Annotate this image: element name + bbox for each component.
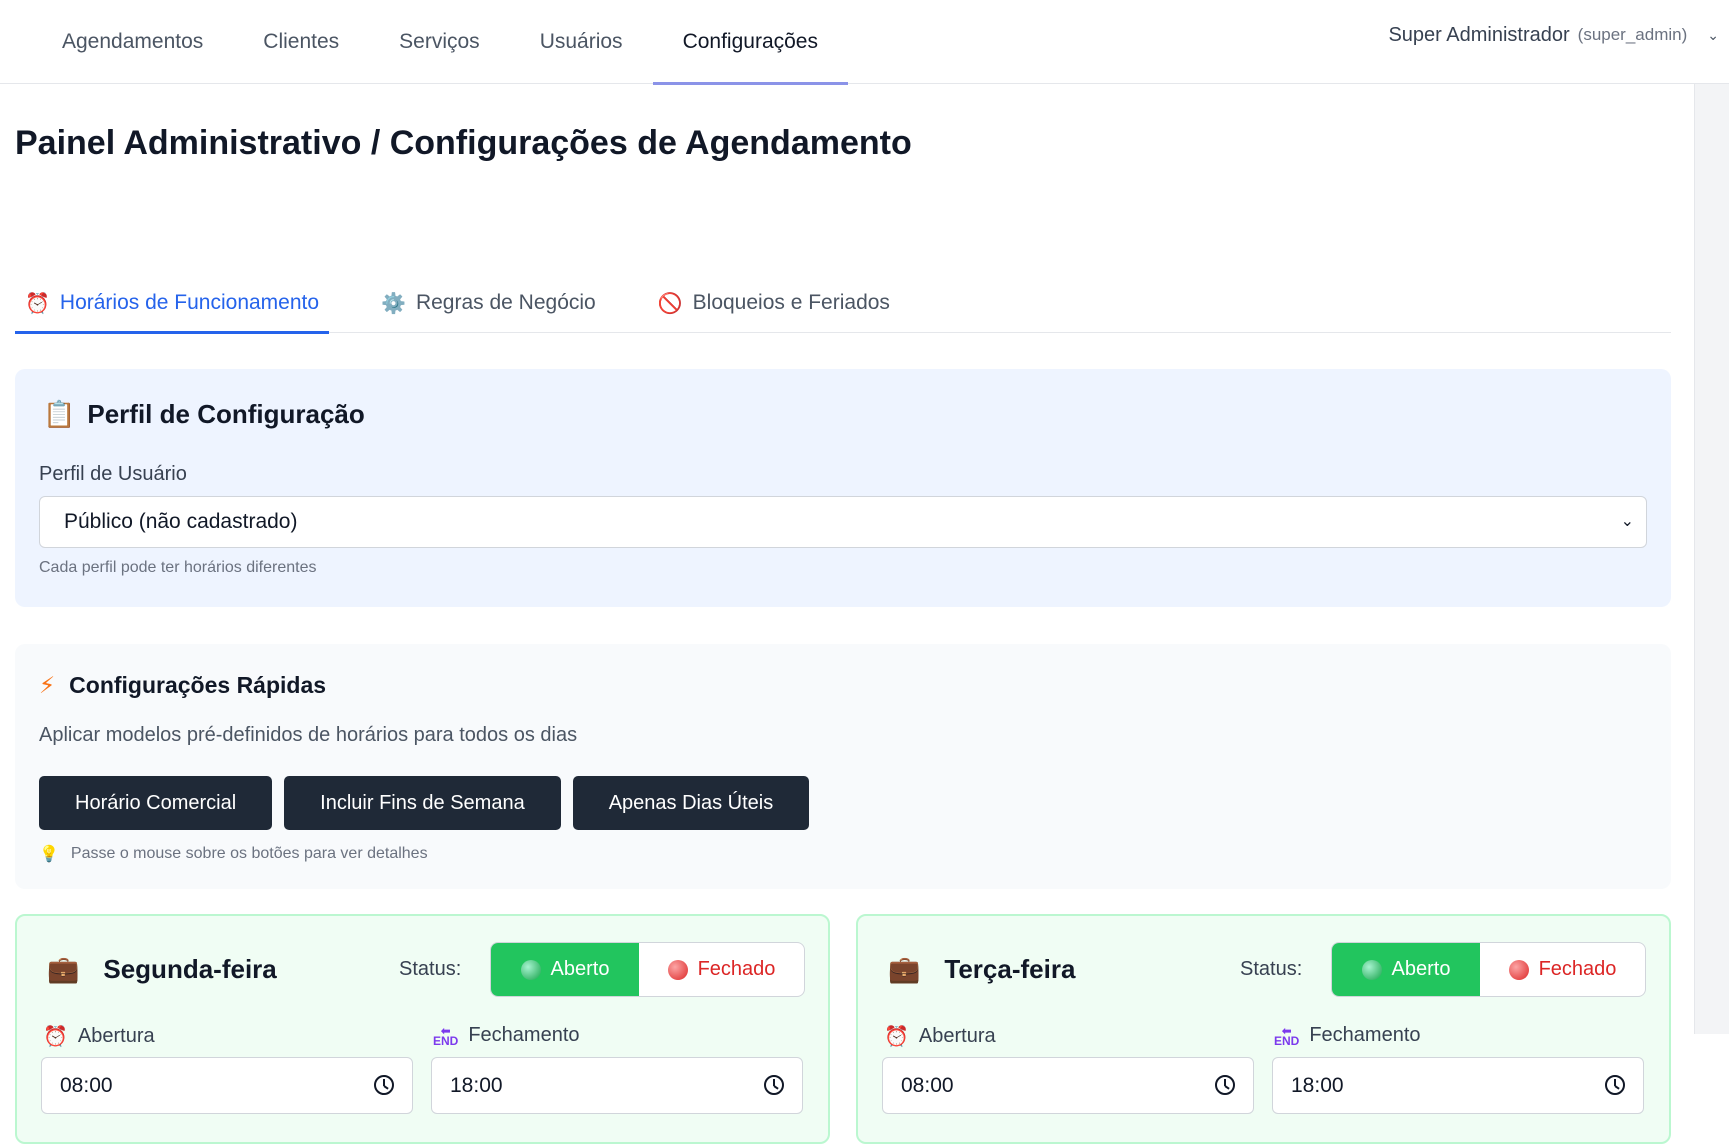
end-arrow-icon: ⬅ END [1274, 1023, 1300, 1048]
closing-label-text: Fechamento [1309, 1024, 1421, 1046]
tab-bloqueios[interactable]: 🚫 Bloqueios e Feriados [648, 274, 900, 332]
opening-label: ⏰ Abertura [43, 1024, 155, 1049]
alarm-clock-icon: ⏰ [43, 1026, 68, 1048]
clock-icon[interactable] [1215, 1075, 1235, 1095]
main-nav: Agendamentos Clientes Serviços Usuários … [32, 0, 849, 85]
status-open-button[interactable]: Aberto [491, 943, 639, 996]
opening-time-input[interactable]: 08:00 [882, 1057, 1254, 1114]
opening-label-text: Abertura [77, 1025, 155, 1047]
tab-label: Horários de Funcionamento [59, 291, 320, 314]
page-scrollbar[interactable] [1694, 84, 1729, 1034]
closing-time-input[interactable]: 18:00 [1272, 1057, 1644, 1114]
briefcase-icon: 💼 [47, 954, 80, 984]
opening-time-input[interactable]: 08:00 [41, 1057, 413, 1114]
profile-label: Perfil de Usuário [39, 463, 187, 485]
gear-icon: ⚙️ [381, 292, 406, 315]
green-circle-icon [520, 959, 541, 980]
status-closed-label: Fechado [697, 958, 776, 980]
closing-time-value: 18:00 [450, 1073, 503, 1097]
lightbulb-icon: 💡 [39, 846, 59, 863]
quick-settings-card: ⚡ Configurações Rápidas Aplicar modelos … [15, 644, 1671, 889]
profile-title: 📋 Perfil de Configuração [43, 399, 365, 430]
red-circle-icon [1508, 959, 1529, 980]
nav-item-configuracoes[interactable]: Configurações [652, 0, 849, 85]
user-name: Super Administrador [1388, 23, 1570, 46]
chevron-down-icon: ⌄ [1707, 26, 1719, 43]
profile-card: 📋 Perfil de Configuração Perfil de Usuár… [15, 369, 1671, 607]
nav-item-servicos[interactable]: Serviços [369, 0, 510, 84]
profile-hint: Cada perfil pode ter horários diferentes [39, 559, 317, 576]
user-menu[interactable]: Super Administrador (super_admin) ⌄ [1388, 0, 1719, 70]
nav-item-clientes[interactable]: Clientes [233, 0, 369, 84]
day-name: Terça-feira [944, 954, 1076, 984]
green-circle-icon [1361, 959, 1382, 980]
day-title: 💼 Segunda-feira [47, 954, 277, 985]
status-closed-button[interactable]: Fechado [639, 943, 804, 996]
prohibited-icon: 🚫 [657, 292, 683, 315]
profile-title-text: Perfil de Configuração [87, 399, 365, 429]
horario-comercial-button[interactable]: Horário Comercial [39, 776, 273, 830]
quick-tip: 💡 Passe o mouse sobre os botões para ver… [39, 844, 428, 864]
closing-label: ⬅ END Fechamento [433, 1024, 580, 1047]
status-closed-button[interactable]: Fechado [1480, 943, 1645, 996]
alarm-clock-icon: ⏰ [25, 292, 50, 315]
briefcase-icon: 💼 [888, 954, 921, 984]
tab-horarios[interactable]: ⏰ Horários de Funcionamento [15, 274, 330, 334]
red-circle-icon [667, 959, 688, 980]
user-role: (super_admin) [1577, 25, 1688, 44]
quick-title: ⚡ Configurações Rápidas [39, 672, 326, 699]
opening-label-text: Abertura [918, 1025, 996, 1047]
chevron-down-icon: ⌄ [1620, 513, 1634, 530]
clock-icon[interactable] [374, 1075, 394, 1095]
page-title: Painel Administrativo / Configurações de… [15, 124, 912, 162]
tab-regras[interactable]: ⚙️ Regras de Negócio [371, 274, 606, 332]
status-closed-label: Fechado [1538, 958, 1617, 980]
status-open-label: Aberto [1391, 958, 1451, 980]
tab-label: Bloqueios e Feriados [692, 291, 890, 314]
tab-label: Regras de Negócio [415, 291, 596, 314]
opening-time-value: 08:00 [901, 1073, 954, 1097]
day-card-terca: 💼 Terça-feira Status: Aberto Fechado ⏰ A… [856, 914, 1671, 1144]
day-name: Segunda-feira [103, 954, 277, 984]
quick-buttons: Horário Comercial Incluir Fins de Semana… [39, 776, 810, 830]
profile-select[interactable]: Público (não cadastrado) ⌄ [39, 496, 1647, 548]
top-navbar: Agendamentos Clientes Serviços Usuários … [0, 0, 1729, 85]
nav-item-agendamentos[interactable]: Agendamentos [32, 0, 233, 84]
dias-uteis-button[interactable]: Apenas Dias Úteis [572, 776, 810, 830]
clock-icon[interactable] [764, 1075, 784, 1095]
alarm-clock-icon: ⏰ [884, 1026, 909, 1048]
status-toggle: Aberto Fechado [490, 942, 805, 997]
day-card-segunda: 💼 Segunda-feira Status: Aberto Fechado ⏰… [15, 914, 830, 1144]
day-title: 💼 Terça-feira [888, 954, 1075, 985]
status-toggle: Aberto Fechado [1331, 942, 1646, 997]
status-label: Status: [399, 958, 462, 980]
quick-title-text: Configurações Rápidas [69, 672, 327, 698]
clock-icon[interactable] [1605, 1075, 1625, 1095]
closing-time-value: 18:00 [1291, 1073, 1344, 1097]
lightning-icon: ⚡ [39, 672, 56, 698]
config-tabs: ⏰ Horários de Funcionamento ⚙️ Regras de… [15, 274, 1671, 334]
quick-tip-text: Passe o mouse sobre os botões para ver d… [70, 845, 428, 862]
closing-label-text: Fechamento [468, 1024, 580, 1046]
nav-item-usuarios[interactable]: Usuários [510, 0, 653, 84]
status-open-button[interactable]: Aberto [1332, 943, 1480, 996]
opening-time-value: 08:00 [60, 1073, 113, 1097]
closing-label: ⬅ END Fechamento [1274, 1024, 1421, 1047]
fins-de-semana-button[interactable]: Incluir Fins de Semana [284, 776, 561, 830]
profile-select-value: Público (não cadastrado) [64, 510, 298, 533]
status-label: Status: [1240, 958, 1303, 980]
clipboard-icon: 📋 [43, 399, 76, 429]
status-open-label: Aberto [550, 958, 610, 980]
opening-label: ⏰ Abertura [884, 1024, 996, 1049]
closing-time-input[interactable]: 18:00 [431, 1057, 803, 1114]
quick-description: Aplicar modelos pré-definidos de horário… [39, 724, 578, 746]
end-arrow-icon: ⬅ END [433, 1023, 459, 1048]
